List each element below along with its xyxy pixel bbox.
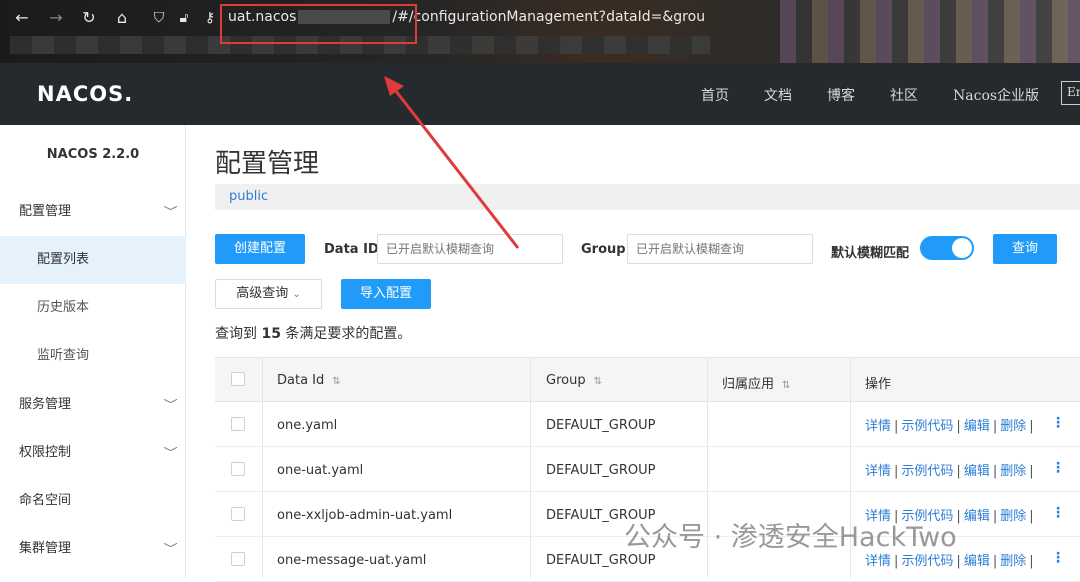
annotation-arrow	[384, 76, 520, 249]
arrow-line	[390, 85, 520, 249]
arrow-head	[384, 76, 404, 96]
watermark: 公众号 · 渗透安全HackTwo	[624, 522, 957, 553]
